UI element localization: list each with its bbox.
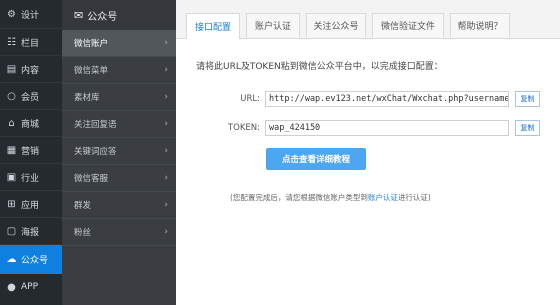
app-icon: ● <box>7 281 16 293</box>
subnav-item-mass-send[interactable]: 群发 › <box>62 192 176 219</box>
document-icon: ▤ <box>6 63 17 75</box>
sidebar-item-label: APP <box>21 282 39 292</box>
token-label: TOKEN: <box>227 123 260 133</box>
sidebar-item-label: 营销 <box>21 146 40 157</box>
subnav-title: 公众号 <box>87 11 118 23</box>
copy-url-button[interactable]: 复制 <box>515 91 540 107</box>
config-note: (您配置完成后，请您根据微信账户类型到账户认证进行认证) <box>230 192 431 203</box>
subnav-item-label: 微信客服 <box>74 174 109 184</box>
user-icon: ○ <box>7 90 16 102</box>
shop-icon: ⌂ <box>8 117 15 129</box>
chevron-right-icon: › <box>164 146 168 156</box>
chevron-right-icon: › <box>164 65 168 75</box>
sidebar-item-label: 公众号 <box>21 256 49 266</box>
sidebar-item-label: 会员 <box>21 92 40 103</box>
chevron-right-icon: › <box>164 38 168 48</box>
sidebar-item-label: 内容 <box>21 65 40 76</box>
sidebar-item-industry[interactable]: ▣ 行业 <box>0 164 62 190</box>
tab-label: 微信验证文件 <box>380 22 435 32</box>
account-verification-link[interactable]: 账户认证 <box>368 193 398 202</box>
sidebar-item-shop[interactable]: ⌂ 商城 <box>0 110 62 136</box>
sidebar-item-label: 栏目 <box>21 38 40 49</box>
sidebar-item-label: 应用 <box>21 200 40 211</box>
sidebar-item-poster[interactable]: ▢ 海报 <box>0 218 62 244</box>
tab-follow-account[interactable]: 关注公众号 <box>306 13 366 37</box>
main-panel: 接口配置 账户认证 关注公众号 微信验证文件 帮助说明？ 请将此URL及TOKE… <box>176 0 560 305</box>
sidebar-item-official-account[interactable]: ☁ 公众号 <box>0 245 62 274</box>
note-text: (您配置完成后，请您根据微信账户类型到 <box>230 193 368 202</box>
subnav-item-customer-service[interactable]: 微信客服 › <box>62 165 176 192</box>
sidebar-item-label: 行业 <box>21 173 40 184</box>
subnav-item-wechat-menu[interactable]: 微信菜单 › <box>62 57 176 84</box>
sidebar-item-columns[interactable]: ☷ 栏目 <box>0 29 62 55</box>
tab-label: 帮助说明？ <box>457 22 503 32</box>
config-hint: 请将此URL及TOKEN粘到微信公众平台中，以完成接口配置： <box>196 62 443 72</box>
columns-icon: ☷ <box>7 36 16 48</box>
tab-bar: 接口配置 账户认证 关注公众号 微信验证文件 帮助说明？ <box>176 0 560 39</box>
primary-sidebar: ⚙ 设计 ☷ 栏目 ▤ 内容 ○ 会员 ⌂ 商城 ▦ 营销 ▣ 行业 ⊞ 应用 … <box>0 0 62 305</box>
subnav-item-label: 群发 <box>74 201 92 211</box>
subnav-item-label: 微信账户 <box>74 39 109 49</box>
subnav-item-keyword-reply[interactable]: 关键词应答 › <box>62 138 176 165</box>
chevron-right-icon: › <box>164 227 168 237</box>
token-field[interactable]: wap_424150 <box>265 120 509 136</box>
sidebar-item-label: 设计 <box>21 10 40 21</box>
poster-icon: ▢ <box>6 225 17 237</box>
subnav-item-label: 关注回复语 <box>74 120 117 130</box>
subnav-item-material-library[interactable]: 素材库 › <box>62 84 176 111</box>
subnav-item-label: 素材库 <box>74 93 100 103</box>
sidebar-item-content[interactable]: ▤ 内容 <box>0 56 62 82</box>
url-field[interactable]: http://wap.ev123.net/wxChat/Wxchat.php?u… <box>265 91 509 107</box>
subnav-item-fans[interactable]: 粉丝 › <box>62 219 176 246</box>
tab-help[interactable]: 帮助说明？ <box>450 13 510 37</box>
subnav-header: ✉ 公众号 <box>62 0 176 30</box>
industry-icon: ▣ <box>6 171 17 183</box>
tab-label: 接口配置 <box>194 23 231 33</box>
tab-label: 账户认证 <box>254 22 291 32</box>
secondary-sidebar: ✉ 公众号 微信账户 › 微信菜单 › 素材库 › 关注回复语 › 关键词应答 … <box>62 0 176 305</box>
tab-wechat-verify-file[interactable]: 微信验证文件 <box>372 13 444 37</box>
cloud-icon: ☁ <box>6 254 17 265</box>
tab-label: 关注公众号 <box>313 22 359 32</box>
sidebar-item-label: 海报 <box>21 227 40 238</box>
tab-account-verification[interactable]: 账户认证 <box>246 13 300 37</box>
wechat-icon: ✉ <box>74 8 84 22</box>
sidebar-item-label: 商城 <box>21 119 40 130</box>
subnav-item-label: 关键词应答 <box>74 147 117 157</box>
calendar-icon: ▦ <box>6 144 17 156</box>
subnav-item-follow-reply[interactable]: 关注回复语 › <box>62 111 176 138</box>
url-label: URL: <box>240 94 260 104</box>
sidebar-item-app[interactable]: ● APP <box>0 274 62 300</box>
gear-icon: ⚙ <box>7 8 16 20</box>
subnav-item-wechat-account[interactable]: 微信账户 › <box>62 30 176 57</box>
note-text: 进行认证) <box>397 193 431 202</box>
sidebar-item-apps[interactable]: ⊞ 应用 <box>0 191 62 217</box>
sidebar-item-members[interactable]: ○ 会员 <box>0 83 62 109</box>
app-window: ⚙ 设计 ☷ 栏目 ▤ 内容 ○ 会员 ⌂ 商城 ▦ 营销 ▣ 行业 ⊞ 应用 … <box>0 0 560 305</box>
view-tutorial-button[interactable]: 点击查看详细教程 <box>266 148 366 170</box>
subnav-item-label: 粉丝 <box>74 228 92 238</box>
chevron-right-icon: › <box>164 92 168 102</box>
copy-token-button[interactable]: 复制 <box>515 120 540 136</box>
subnav-item-label: 微信菜单 <box>74 66 109 76</box>
apps-icon: ⊞ <box>7 198 16 210</box>
chevron-right-icon: › <box>164 173 168 183</box>
sidebar-item-marketing[interactable]: ▦ 营销 <box>0 137 62 163</box>
tab-interface-config[interactable]: 接口配置 <box>186 13 240 39</box>
chevron-right-icon: › <box>164 119 168 129</box>
sidebar-item-design[interactable]: ⚙ 设计 <box>0 0 62 28</box>
chevron-right-icon: › <box>164 200 168 210</box>
